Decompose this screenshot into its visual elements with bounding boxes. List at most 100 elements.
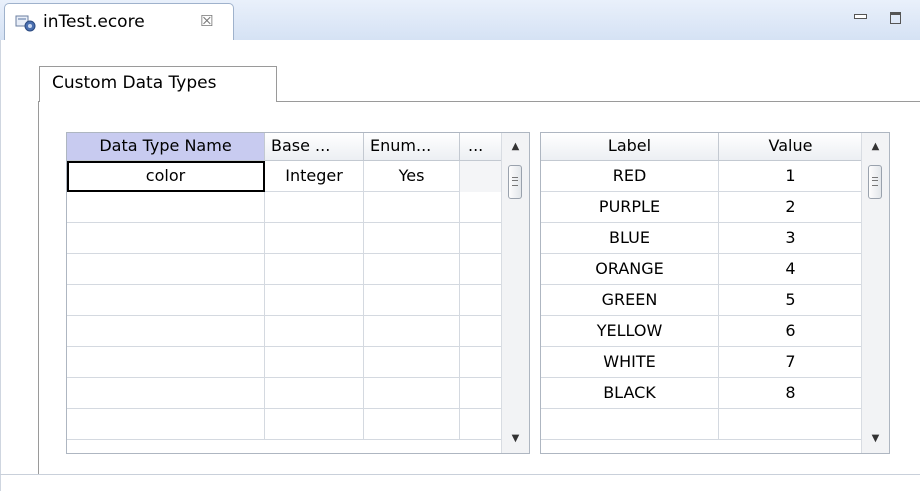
- maximize-icon[interactable]: [888, 10, 904, 26]
- table-row[interactable]: [67, 192, 502, 223]
- table-cell[interactable]: [265, 223, 364, 254]
- tab-custom-data-types[interactable]: Custom Data Types: [39, 66, 277, 102]
- enum-values-header: Label Value: [541, 133, 863, 161]
- table-cell[interactable]: [364, 347, 460, 378]
- data-types-scrollbar[interactable]: ▲ ▼: [501, 133, 529, 453]
- table-cell[interactable]: 1: [719, 161, 863, 192]
- table-cell[interactable]: [265, 316, 364, 347]
- table-cell[interactable]: [460, 347, 502, 378]
- bottom-divider: [0, 474, 920, 475]
- close-icon[interactable]: ☒: [200, 12, 213, 30]
- table-row[interactable]: RED 1: [541, 161, 863, 192]
- table-cell[interactable]: [364, 285, 460, 316]
- table-cell[interactable]: 6: [719, 316, 863, 347]
- table-cell[interactable]: 8: [719, 378, 863, 409]
- table-cell[interactable]: BLACK: [541, 378, 719, 409]
- table-cell[interactable]: [67, 378, 265, 409]
- table-cell[interactable]: [265, 254, 364, 285]
- table-row[interactable]: PURPLE 2: [541, 192, 863, 223]
- data-types-table[interactable]: Data Type Name Base ... Enum... ... colo…: [66, 132, 530, 454]
- enum-values-body: RED 1 PURPLE 2 BLUE 3 ORANGE 4 GREEN 5 YELLOW…: [541, 161, 863, 440]
- table-cell[interactable]: 3: [719, 223, 863, 254]
- column-header-base-type[interactable]: Base ...: [265, 133, 364, 160]
- table-cell[interactable]: [265, 347, 364, 378]
- table-row[interactable]: [67, 409, 502, 440]
- table-cell[interactable]: [460, 409, 502, 440]
- column-header-value[interactable]: Value: [719, 133, 863, 160]
- table-row[interactable]: GREEN 5: [541, 285, 863, 316]
- table-row[interactable]: [67, 223, 502, 254]
- editor-tab-intest-ecore[interactable]: inTest.ecore ☒: [4, 3, 234, 40]
- table-row[interactable]: YELLOW 6: [541, 316, 863, 347]
- table-cell[interactable]: [460, 285, 502, 316]
- table-cell[interactable]: [265, 378, 364, 409]
- table-cell[interactable]: [67, 223, 265, 254]
- table-cell[interactable]: 4: [719, 254, 863, 285]
- table-cell[interactable]: GREEN: [541, 285, 719, 316]
- table-row[interactable]: color Integer Yes: [67, 161, 502, 192]
- scroll-down-arrow-icon[interactable]: ▼: [502, 429, 529, 449]
- table-row[interactable]: BLUE 3: [541, 223, 863, 254]
- table-cell[interactable]: ORANGE: [541, 254, 719, 285]
- table-row[interactable]: [67, 347, 502, 378]
- table-row[interactable]: BLACK 8: [541, 378, 863, 409]
- column-header-label[interactable]: Label: [541, 133, 719, 160]
- table-cell[interactable]: [460, 161, 502, 192]
- table-cell[interactable]: [460, 192, 502, 223]
- table-cell[interactable]: YELLOW: [541, 316, 719, 347]
- table-cell[interactable]: WHITE: [541, 347, 719, 378]
- table-row[interactable]: [67, 378, 502, 409]
- table-row[interactable]: [67, 316, 502, 347]
- column-header-more[interactable]: ...: [460, 133, 502, 160]
- table-cell[interactable]: [541, 409, 719, 440]
- table-row[interactable]: ORANGE 4: [541, 254, 863, 285]
- table-cell[interactable]: [364, 254, 460, 285]
- scrollbar-thumb[interactable]: [868, 165, 882, 199]
- table-cell[interactable]: 7: [719, 347, 863, 378]
- column-header-data-type-name[interactable]: Data Type Name: [67, 133, 265, 160]
- table-cell[interactable]: RED: [541, 161, 719, 192]
- table-cell[interactable]: BLUE: [541, 223, 719, 254]
- table-cell[interactable]: [364, 223, 460, 254]
- page-body-border: [38, 101, 39, 475]
- table-row[interactable]: WHITE 7: [541, 347, 863, 378]
- table-cell[interactable]: Yes: [364, 161, 460, 192]
- table-cell[interactable]: [67, 254, 265, 285]
- enum-values-scrollbar[interactable]: ▲ ▼: [861, 133, 889, 453]
- ecore-file-icon: [15, 15, 36, 32]
- editor-title-bar: inTest.ecore ☒: [0, 0, 920, 41]
- table-cell[interactable]: [364, 192, 460, 223]
- table-cell[interactable]: [364, 409, 460, 440]
- table-cell[interactable]: [460, 316, 502, 347]
- table-cell[interactable]: [460, 223, 502, 254]
- table-cell[interactable]: [460, 378, 502, 409]
- table-cell[interactable]: [67, 285, 265, 316]
- table-cell[interactable]: [67, 347, 265, 378]
- table-cell[interactable]: 2: [719, 192, 863, 223]
- table-cell[interactable]: Integer: [265, 161, 364, 192]
- table-cell[interactable]: [67, 409, 265, 440]
- table-cell[interactable]: PURPLE: [541, 192, 719, 223]
- scrollbar-thumb[interactable]: [508, 165, 522, 199]
- scroll-up-arrow-icon[interactable]: ▲: [862, 137, 889, 157]
- table-cell[interactable]: [67, 316, 265, 347]
- table-cell[interactable]: [364, 378, 460, 409]
- table-cell[interactable]: [719, 409, 863, 440]
- enum-values-table[interactable]: Label Value RED 1 PURPLE 2 BLUE 3 ORANGE 4 G…: [540, 132, 890, 454]
- scroll-down-arrow-icon[interactable]: ▼: [862, 429, 889, 449]
- scroll-up-arrow-icon[interactable]: ▲: [502, 137, 529, 157]
- table-cell[interactable]: [265, 192, 364, 223]
- table-cell[interactable]: color: [67, 161, 265, 192]
- table-row[interactable]: [67, 254, 502, 285]
- table-cell[interactable]: [67, 192, 265, 223]
- minimize-icon[interactable]: [852, 10, 868, 26]
- table-cell[interactable]: [364, 316, 460, 347]
- table-cell[interactable]: [460, 254, 502, 285]
- column-header-enumeration[interactable]: Enum...: [364, 133, 460, 160]
- table-row[interactable]: [541, 409, 863, 440]
- table-cell[interactable]: [265, 285, 364, 316]
- table-row[interactable]: [67, 285, 502, 316]
- table-cell[interactable]: [265, 409, 364, 440]
- page-tab-divider: [276, 101, 920, 102]
- table-cell[interactable]: 5: [719, 285, 863, 316]
